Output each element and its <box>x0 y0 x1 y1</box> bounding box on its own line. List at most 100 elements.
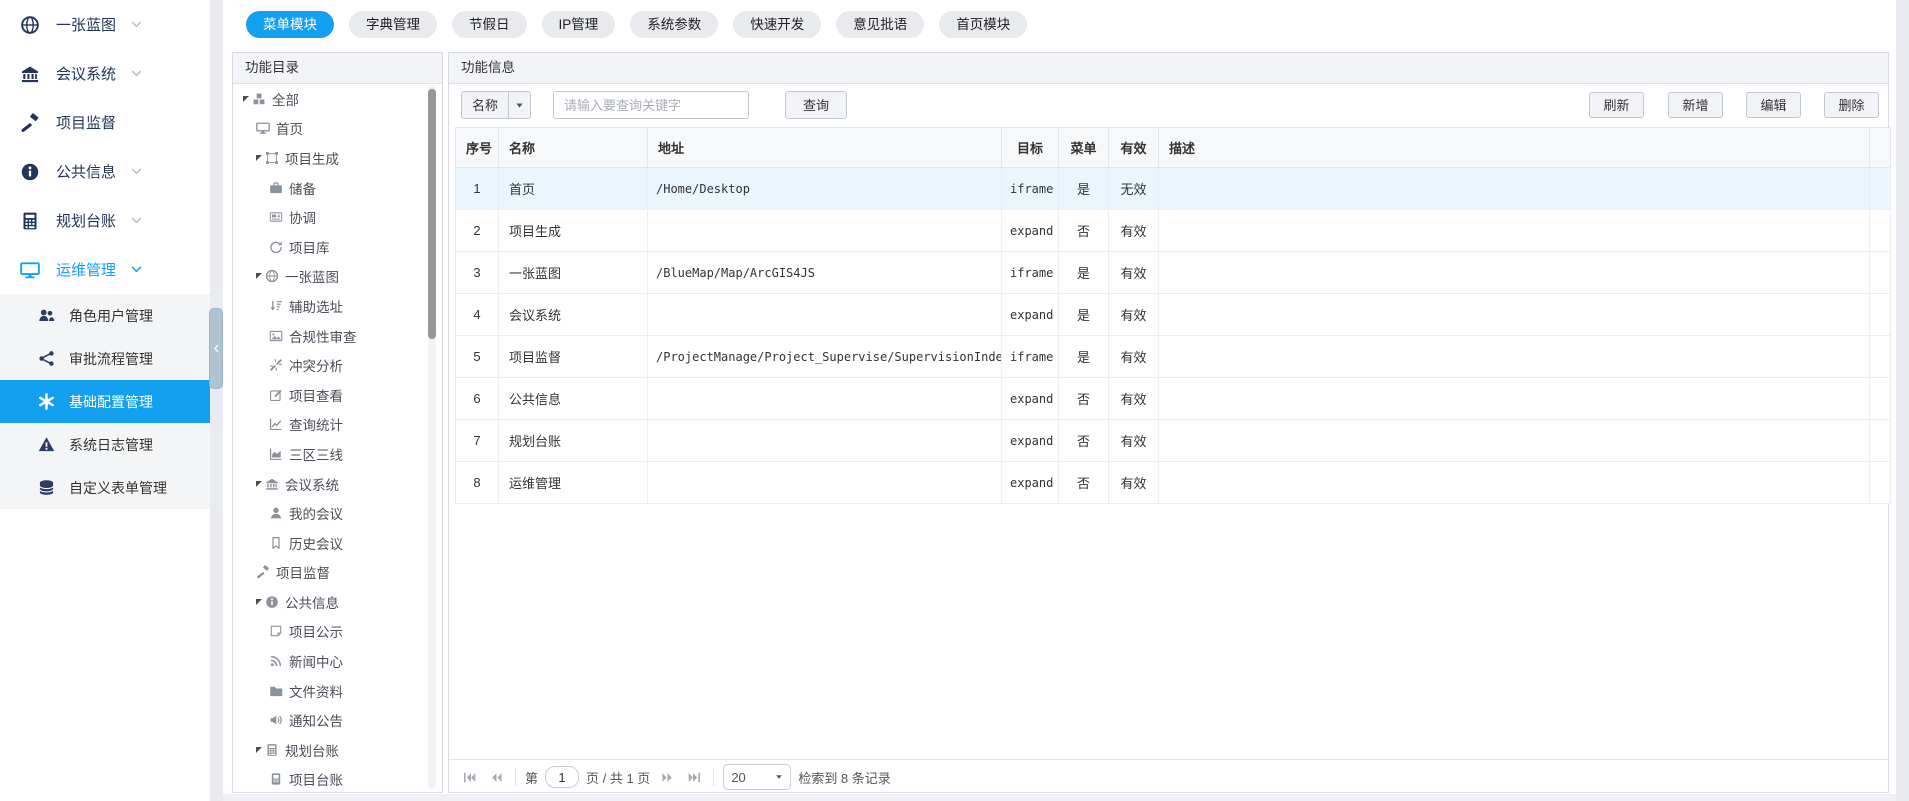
tree-item-project-generate[interactable]: 项目生成 <box>233 143 442 173</box>
tree-item-query-stats[interactable]: 查询统计 <box>233 410 442 440</box>
tree-item-label: 项目公示 <box>289 621 343 641</box>
submenu-item-custom-form[interactable]: 自定义表单管理 <box>0 466 210 509</box>
submenu-item-approval-flow[interactable]: 审批流程管理 <box>0 337 210 380</box>
table-row[interactable]: 8运维管理expand否有效 <box>456 462 1891 504</box>
page-number-input[interactable] <box>545 766 579 788</box>
tab-comment-phrases[interactable]: 意见批语 <box>836 11 924 38</box>
sidebar-item-project-supervision[interactable]: 项目监督 <box>0 98 210 147</box>
tree-item-label: 首页 <box>276 118 303 138</box>
tab-dictionary[interactable]: 字典管理 <box>349 11 437 38</box>
refresh-button[interactable]: 刷新 <box>1589 92 1644 118</box>
tree-item-notices[interactable]: 通知公告 <box>233 705 442 735</box>
delete-button[interactable]: 删除 <box>1824 92 1879 118</box>
table-row[interactable]: 5项目监督/ProjectManage/Project_Supervise/Su… <box>456 336 1891 378</box>
tree-expander-icon[interactable] <box>256 599 262 605</box>
table-cell-spacer <box>1870 294 1891 336</box>
tree-expander-icon[interactable] <box>256 155 262 161</box>
sidebar-item-label: 运维管理 <box>56 259 116 280</box>
table-row[interactable]: 2项目生成expand否有效 <box>456 210 1891 252</box>
tab-home-module[interactable]: 首页模块 <box>939 11 1027 38</box>
function-table: 序号名称地址目标菜单有效描述 1首页/Home/Desktopiframe是无效… <box>455 127 1891 504</box>
tree-item-project-view[interactable]: 项目查看 <box>233 380 442 410</box>
column-header-name: 名称 <box>499 128 648 168</box>
chart-area-icon <box>269 447 283 461</box>
table-cell-spacer <box>1870 210 1891 252</box>
table-cell-seq: 5 <box>456 336 499 378</box>
tree-item-label: 规划台账 <box>285 740 339 760</box>
sidebar-collapse-handle[interactable] <box>209 308 223 389</box>
tree-item-meeting-system[interactable]: 会议系统 <box>233 469 442 499</box>
table-row[interactable]: 4会议系统expand是有效 <box>456 294 1891 336</box>
caret-down-icon <box>775 773 783 781</box>
edit-button[interactable]: 编辑 <box>1746 92 1801 118</box>
table-cell-target: expand <box>1002 294 1059 336</box>
submenu-item-label: 角色用户管理 <box>69 306 153 326</box>
submenu-item-base-config[interactable]: 基础配置管理 <box>0 380 210 423</box>
tree-item-public-info[interactable]: 公共信息 <box>233 587 442 617</box>
tab-ip-manage[interactable]: IP管理 <box>542 11 616 38</box>
info-icon <box>20 162 40 182</box>
table-cell-seq: 7 <box>456 420 499 462</box>
tree-item-project-ledger[interactable]: 项目台账 <box>233 765 442 791</box>
tree-expander-icon[interactable] <box>256 481 262 487</box>
tree-expander-icon[interactable] <box>256 747 262 753</box>
tab-menu-module[interactable]: 菜单模块 <box>246 11 334 38</box>
table-row[interactable]: 7规划台账expand否有效 <box>456 420 1891 462</box>
tree-item-news-center[interactable]: 新闻中心 <box>233 646 442 676</box>
tab-quick-dev[interactable]: 快速开发 <box>733 11 821 38</box>
table-row[interactable]: 3一张蓝图/BlueMap/Map/ArcGIS4JSiframe是有效 <box>456 252 1891 294</box>
table-row[interactable]: 1首页/Home/Desktopiframe是无效 <box>456 168 1891 210</box>
tree-item-three-zones[interactable]: 三区三线 <box>233 439 442 469</box>
search-field-select[interactable]: 名称 <box>461 91 509 119</box>
sidebar-item-planning-ledger[interactable]: 规划台账 <box>0 196 210 245</box>
tree-item-home[interactable]: 首页 <box>233 114 442 144</box>
submenu-item-role-user[interactable]: 角色用户管理 <box>0 294 210 337</box>
function-tree: 全部首页项目生成储备协调项目库一张蓝图辅助选址合规性审查冲突分析项目查看查询统计… <box>233 83 442 791</box>
tree-item-all[interactable]: 全部 <box>233 84 442 114</box>
tree-item-conflict-analysis[interactable]: 冲突分析 <box>233 350 442 380</box>
tree-expander-icon[interactable] <box>256 273 262 279</box>
search-field-caret-button[interactable] <box>508 91 531 119</box>
table-cell-valid: 有效 <box>1109 420 1159 462</box>
tree-item-planning-ledger[interactable]: 规划台账 <box>233 735 442 765</box>
page-size-select[interactable]: 20 <box>723 764 791 790</box>
tree-item-project-publicity[interactable]: 项目公示 <box>233 617 442 647</box>
tab-holiday[interactable]: 节假日 <box>452 11 527 38</box>
next-page-button[interactable] <box>657 767 677 787</box>
function-table-wrap: 序号名称地址目标菜单有效描述 1首页/Home/Desktopiframe是无效… <box>455 127 1891 504</box>
tree-item-history-meetings[interactable]: 历史会议 <box>233 528 442 558</box>
tree-item-label: 通知公告 <box>289 710 343 730</box>
tree-item-my-meetings[interactable]: 我的会议 <box>233 498 442 528</box>
sidebar-item-public-info[interactable]: 公共信息 <box>0 147 210 196</box>
submenu-item-system-log[interactable]: 系统日志管理 <box>0 423 210 466</box>
warning-icon <box>38 436 55 453</box>
folder-icon <box>269 684 283 698</box>
tree-item-documents[interactable]: 文件资料 <box>233 676 442 706</box>
globe-icon <box>265 269 279 283</box>
sidebar-item-meeting-system[interactable]: 会议系统 <box>0 49 210 98</box>
prev-page-button[interactable] <box>486 767 506 787</box>
last-page-button[interactable] <box>684 767 704 787</box>
table-row[interactable]: 6公共信息expand否有效 <box>456 378 1891 420</box>
tree-scrollbar-thumb[interactable] <box>428 89 436 339</box>
first-page-button[interactable] <box>459 767 479 787</box>
tab-system-params[interactable]: 系统参数 <box>630 11 718 38</box>
tree-item-project-library[interactable]: 项目库 <box>233 232 442 262</box>
table-cell-seq: 3 <box>456 252 499 294</box>
table-cell-name: 规划台账 <box>499 420 648 462</box>
sidebar-item-blueprint[interactable]: 一张蓝图 <box>0 0 210 49</box>
tree-item-compliance-review[interactable]: 合规性审查 <box>233 321 442 351</box>
tree-item-label: 新闻中心 <box>289 651 343 671</box>
search-input[interactable] <box>553 91 749 119</box>
tree-item-reserve[interactable]: 储备 <box>233 173 442 203</box>
add-button[interactable]: 新增 <box>1668 92 1723 118</box>
submenu-item-label: 审批流程管理 <box>69 349 153 369</box>
tree-item-project-supervision[interactable]: 项目监督 <box>233 558 442 588</box>
tree-item-site-assist[interactable]: 辅助选址 <box>233 291 442 321</box>
records-summary: 检索到 8 条记录 <box>798 768 890 787</box>
sidebar-item-ops-manage[interactable]: 运维管理 <box>0 245 210 294</box>
tree-item-coordinate[interactable]: 协调 <box>233 202 442 232</box>
search-button[interactable]: 查询 <box>785 91 847 119</box>
tree-item-blueprint[interactable]: 一张蓝图 <box>233 262 442 292</box>
tree-expander-icon[interactable] <box>243 96 249 102</box>
